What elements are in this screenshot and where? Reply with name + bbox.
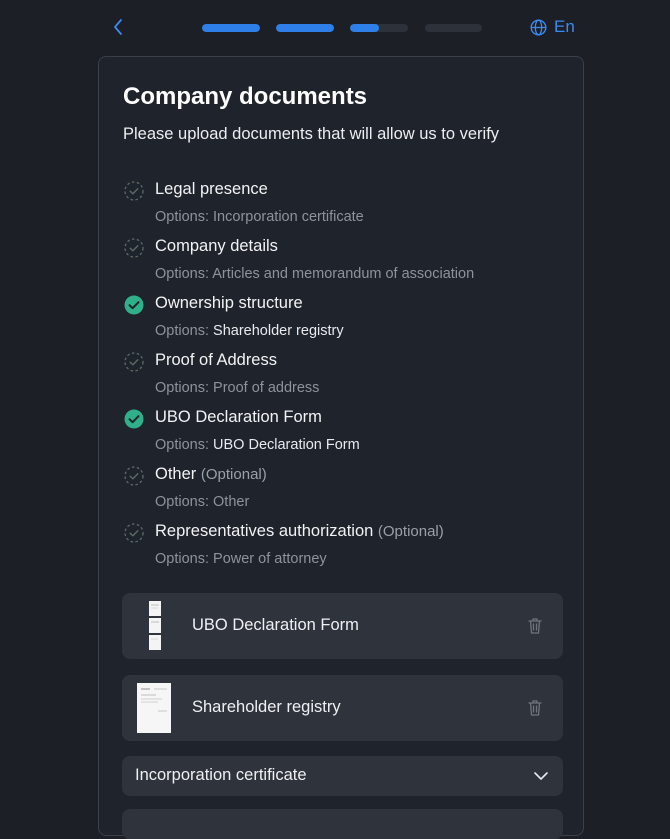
progress-step-4	[425, 24, 482, 32]
options-prefix: Options:	[155, 551, 209, 567]
options-value: Incorporation certificate	[213, 209, 364, 225]
next-document-section[interactable]	[122, 809, 563, 839]
pending-check-icon	[123, 237, 145, 259]
progress-step-3	[350, 24, 408, 32]
pending-check-icon	[123, 465, 145, 487]
requirement-name: Company details	[155, 237, 278, 255]
completed-check-icon	[123, 294, 145, 316]
options-value: Articles and memorandum of association	[212, 266, 475, 282]
options-prefix: Options:	[155, 380, 209, 396]
progress-step-1	[202, 24, 260, 32]
options-value: Shareholder registry	[213, 323, 344, 339]
document-type-dropdown[interactable]: Incorporation certificate	[122, 756, 563, 796]
options-prefix: Options:	[155, 209, 209, 225]
requirement-name: UBO Declaration Form	[155, 408, 322, 426]
requirement-name: Proof of Address	[155, 351, 277, 369]
chevron-down-icon	[534, 772, 548, 780]
options-value: Proof of address	[213, 380, 320, 396]
uploaded-file-ubo-declaration[interactable]: UBO Declaration Form	[122, 593, 563, 659]
page-subtitle: Please upload documents that will allow …	[123, 125, 500, 143]
page-title: Company documents	[123, 83, 368, 110]
requirement-name: Legal presence	[155, 180, 268, 198]
options-prefix: Options:	[155, 323, 209, 339]
options-prefix: Options:	[155, 494, 209, 510]
company-documents-card: Company documents Please upload document…	[98, 56, 584, 839]
options-value: UBO Declaration Form	[213, 437, 360, 453]
trash-icon[interactable]	[527, 699, 543, 717]
chevron-left-icon	[114, 19, 122, 35]
options-value: Other	[213, 494, 250, 510]
file-name: UBO Declaration Form	[192, 616, 359, 634]
requirement-name: Ownership structure	[155, 294, 303, 312]
options-value: Power of attorney	[213, 551, 327, 567]
optional-label: (Optional)	[200, 466, 267, 483]
trash-icon[interactable]	[527, 617, 543, 635]
back-button[interactable]	[108, 16, 130, 38]
dropdown-selected-value: Incorporation certificate	[135, 766, 307, 784]
globe-icon	[530, 18, 547, 36]
language-label: En	[554, 17, 575, 36]
optional-label: (Optional)	[377, 523, 444, 540]
document-thumbnail	[149, 601, 161, 650]
document-thumbnail	[137, 683, 171, 733]
uploaded-file-shareholder-registry[interactable]: Shareholder registry	[122, 675, 563, 741]
file-name: Shareholder registry	[192, 698, 341, 716]
pending-check-icon	[123, 180, 145, 202]
options-prefix: Options:	[155, 266, 209, 282]
language-selector[interactable]: En	[530, 17, 575, 37]
top-navigation: En	[0, 0, 670, 56]
requirement-name: Other	[155, 465, 197, 483]
completed-check-icon	[123, 408, 145, 430]
progress-step-2	[276, 24, 334, 32]
pending-check-icon	[123, 522, 145, 544]
options-prefix: Options:	[155, 437, 209, 453]
requirement-name: Representatives authorization	[155, 522, 374, 540]
pending-check-icon	[123, 351, 145, 373]
